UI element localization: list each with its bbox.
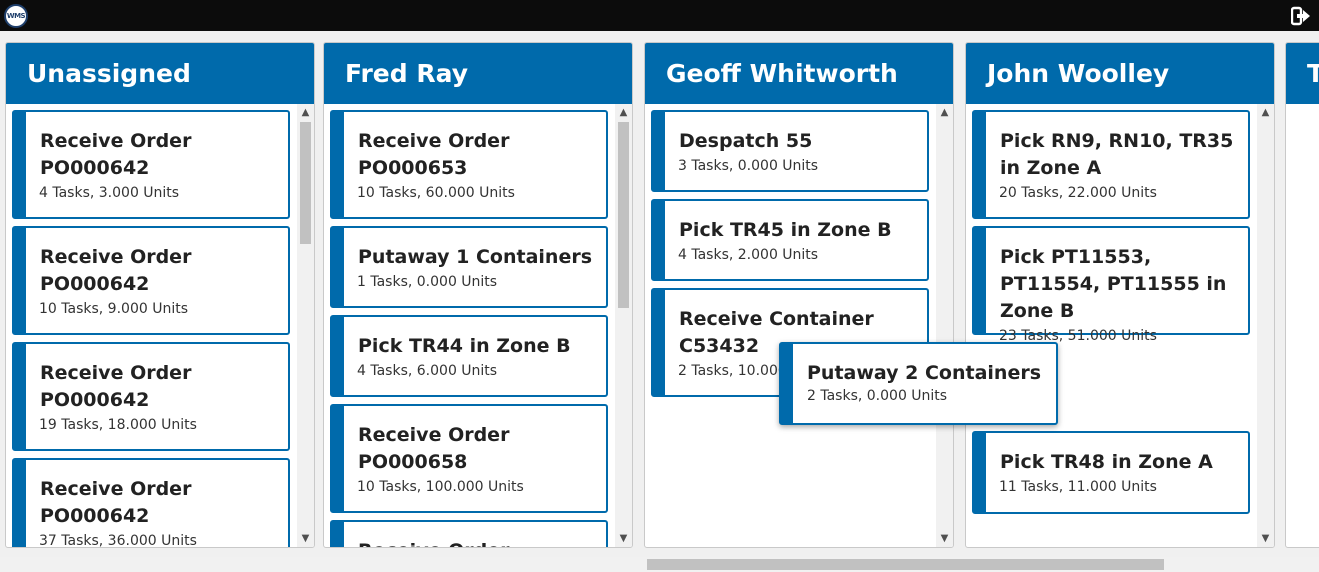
- task-summary: 3 Tasks, 0.000 Units: [678, 158, 819, 174]
- column-fred-ray: Fred Ray Receive Order PO000653 10 Tasks…: [323, 42, 633, 548]
- task-card[interactable]: Putaway 1 Containers 1 Tasks, 0.000 Unit…: [330, 226, 608, 308]
- task-title: Putaway 2 Containers: [807, 362, 1042, 384]
- task-title: Receive Order PO000642: [40, 362, 192, 411]
- task-card[interactable]: Receive Order: [330, 520, 608, 547]
- column-scrollbar[interactable]: ▲ ▼: [297, 104, 314, 547]
- top-bar: WMS: [0, 0, 1319, 31]
- task-card[interactable]: Pick TR45 in Zone B 4 Tasks, 2.000 Units: [651, 199, 929, 281]
- column-partial: T: [1285, 42, 1319, 548]
- column-geoff-whitworth: Geoff Whitworth Despatch 55 3 Tasks, 0.0…: [644, 42, 954, 548]
- column-body: Pick RN9, RN10, TR35 in Zone A 20 Tasks,…: [966, 104, 1274, 547]
- task-title: Putaway 1 Containers: [358, 246, 593, 268]
- task-title: Pick RN9, RN10, TR35 in Zone A: [1000, 130, 1234, 179]
- column-scrollbar[interactable]: ▲ ▼: [1257, 104, 1274, 547]
- task-summary: 19 Tasks, 18.000 Units: [39, 417, 197, 433]
- task-card[interactable]: Receive Order PO000642 4 Tasks, 3.000 Un…: [12, 110, 290, 219]
- task-card[interactable]: Receive Order PO000642 37 Tasks, 36.000 …: [12, 458, 290, 547]
- task-summary: 10 Tasks, 100.000 Units: [357, 479, 524, 495]
- chevron-up-icon[interactable]: ▲: [1257, 104, 1274, 121]
- task-title: Pick TR45 in Zone B: [679, 219, 892, 241]
- task-card[interactable]: Pick TR48 in Zone A 11 Tasks, 11.000 Uni…: [972, 431, 1250, 514]
- column-header: John Woolley: [966, 43, 1274, 104]
- chevron-up-icon[interactable]: ▲: [615, 104, 632, 121]
- task-summary: 4 Tasks, 6.000 Units: [357, 363, 498, 379]
- task-card[interactable]: Pick PT11553, PT11554, PT11555 in Zone B…: [972, 226, 1250, 344]
- task-board: Unassigned Receive Order PO000642 4 Task…: [0, 31, 1319, 557]
- task-title: Pick PT11553, PT11554, PT11555 in Zone B: [1000, 246, 1227, 322]
- task-summary: 2 Tasks, 0.000 Units: [807, 388, 948, 404]
- task-summary: 4 Tasks, 3.000 Units: [39, 185, 180, 201]
- task-title: Receive Order PO000653: [358, 130, 510, 179]
- task-card[interactable]: Pick TR44 in Zone B 4 Tasks, 6.000 Units: [330, 315, 608, 397]
- task-title: Despatch 55: [679, 130, 813, 152]
- chevron-down-icon[interactable]: ▼: [936, 530, 953, 547]
- task-title: Pick TR48 in Zone A: [1000, 451, 1213, 473]
- task-title: Receive Order PO000642: [40, 478, 192, 527]
- task-summary: 20 Tasks, 22.000 Units: [999, 185, 1157, 201]
- task-card[interactable]: Despatch 55 3 Tasks, 0.000 Units: [651, 110, 929, 192]
- chevron-down-icon[interactable]: ▼: [1257, 530, 1274, 547]
- chevron-up-icon[interactable]: ▲: [936, 104, 953, 121]
- chevron-up-icon[interactable]: ▲: [297, 104, 314, 121]
- task-title: Pick TR44 in Zone B: [358, 335, 571, 357]
- scrollbar-thumb[interactable]: [618, 122, 629, 308]
- column-header: Geoff Whitworth: [645, 43, 953, 104]
- task-summary: 1 Tasks, 0.000 Units: [357, 274, 498, 290]
- wms-logo[interactable]: WMS: [4, 4, 28, 28]
- task-card[interactable]: Receive Order PO000653 10 Tasks, 60.000 …: [330, 110, 608, 219]
- column-john-woolley: John Woolley Pick RN9, RN10, TR35 in Zon…: [965, 42, 1275, 548]
- task-card[interactable]: Pick RN9, RN10, TR35 in Zone A 20 Tasks,…: [972, 110, 1250, 219]
- task-summary: 37 Tasks, 36.000 Units: [39, 533, 197, 547]
- column-body: Despatch 55 3 Tasks, 0.000 Units Pick TR…: [645, 104, 953, 547]
- task-summary: 10 Tasks, 9.000 Units: [39, 301, 188, 317]
- task-summary: 10 Tasks, 60.000 Units: [357, 185, 515, 201]
- column-scrollbar[interactable]: ▲ ▼: [936, 104, 953, 547]
- dragging-task-card[interactable]: Putaway 2 Containers 2 Tasks, 0.000 Unit…: [779, 342, 1058, 425]
- chevron-down-icon[interactable]: ▼: [615, 530, 632, 547]
- task-summary: 11 Tasks, 11.000 Units: [999, 479, 1157, 495]
- column-body: Receive Order PO000642 4 Tasks, 3.000 Un…: [6, 104, 314, 547]
- task-title: Receive Order PO000658: [358, 424, 510, 473]
- task-card[interactable]: Receive Order PO000642 19 Tasks, 18.000 …: [12, 342, 290, 451]
- logout-icon[interactable]: [1291, 6, 1311, 26]
- chevron-down-icon[interactable]: ▼: [297, 530, 314, 547]
- task-title: Receive Order PO000642: [40, 246, 192, 295]
- task-summary: 4 Tasks, 2.000 Units: [678, 247, 819, 263]
- task-card[interactable]: Receive Order PO000658 10 Tasks, 100.000…: [330, 404, 608, 513]
- column-header: Unassigned: [6, 43, 314, 104]
- task-card[interactable]: Receive Order PO000642 10 Tasks, 9.000 U…: [12, 226, 290, 335]
- task-title: Receive Order PO000642: [40, 130, 192, 179]
- column-scrollbar[interactable]: ▲ ▼: [615, 104, 632, 547]
- scrollbar-thumb[interactable]: [300, 122, 311, 244]
- horizontal-scrollbar[interactable]: [0, 557, 1319, 572]
- logo-text: WMS: [6, 12, 26, 20]
- column-unassigned: Unassigned Receive Order PO000642 4 Task…: [5, 42, 315, 548]
- task-title: Receive Order: [358, 538, 596, 547]
- column-header: Fred Ray: [324, 43, 632, 104]
- scrollbar-thumb[interactable]: [647, 559, 1164, 570]
- column-header: T: [1286, 43, 1319, 104]
- column-body: Receive Order PO000653 10 Tasks, 60.000 …: [324, 104, 632, 547]
